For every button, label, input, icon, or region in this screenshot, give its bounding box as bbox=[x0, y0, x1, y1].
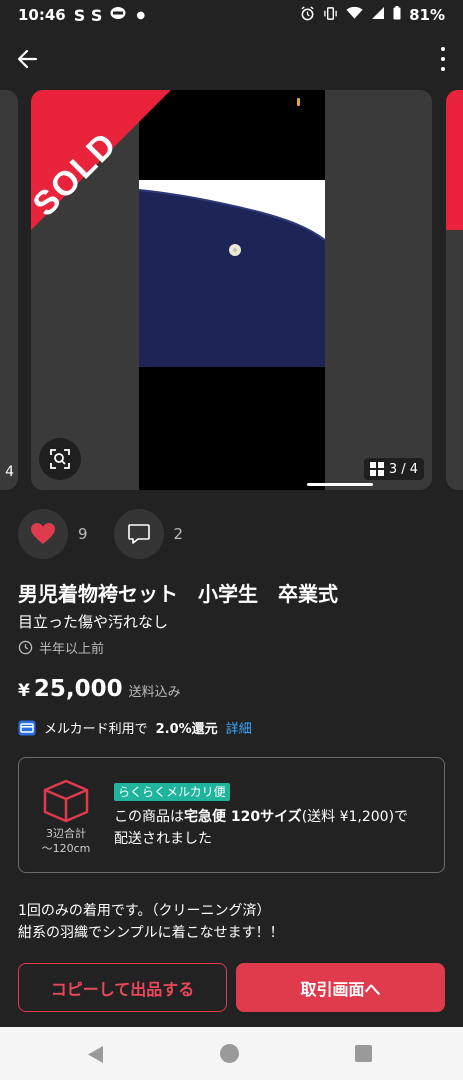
price-row: ¥ 25,000 送料込み bbox=[18, 676, 181, 702]
notification-dot-icon: ● bbox=[136, 9, 146, 21]
item-title: 男児着物袴セット 小学生 卒業式 bbox=[18, 582, 338, 606]
box-size-line2: 〜120cm bbox=[41, 842, 91, 855]
shipping-size: 宅急便 120サイズ bbox=[184, 809, 302, 825]
action-row: 9 2 bbox=[18, 509, 209, 559]
nav-home-icon[interactable] bbox=[220, 1044, 239, 1063]
shipping-line2: 配送されました bbox=[114, 831, 212, 847]
shipping-info-box: 3辺合計 〜120cm らくらくメルカリ便 この商品は宅急便 120サイズ(送料… bbox=[18, 757, 445, 873]
prev-image-counter: 4 bbox=[5, 464, 14, 480]
sold-ribbon: SOLD bbox=[31, 90, 171, 230]
mercard-detail-link[interactable]: 詳細 bbox=[226, 718, 252, 737]
mercard-row: メルカード利用で 2.0%還元 詳細 bbox=[18, 718, 252, 737]
image-counter-badge: 3 / 4 bbox=[363, 458, 424, 480]
app-bar bbox=[0, 35, 463, 83]
lens-search-icon bbox=[50, 449, 70, 469]
shipping-line1-prefix: この商品は bbox=[114, 809, 184, 825]
battery-percent: 81% bbox=[409, 6, 445, 24]
like-button[interactable] bbox=[18, 509, 68, 559]
shipping-included-note: 送料込み bbox=[128, 685, 181, 700]
lens-search-button[interactable] bbox=[39, 438, 81, 480]
listing-age-text: 半年以上前 bbox=[39, 642, 105, 657]
description-line1: 1回のみの着用です。（クリーニング済） bbox=[18, 903, 271, 919]
go-to-transaction-button[interactable]: 取引画面へ bbox=[236, 963, 445, 1012]
box-icon bbox=[43, 779, 89, 823]
image-counter-text: 3 / 4 bbox=[388, 461, 418, 477]
photo-highlight bbox=[297, 98, 300, 106]
box-size-line1: 3辺合計 bbox=[46, 827, 86, 840]
image-carousel[interactable]: 4 SOLD 3 / 4 bbox=[0, 90, 463, 490]
mercard-percent: 2.0%還元 bbox=[155, 722, 218, 737]
clock-icon bbox=[18, 640, 33, 655]
next-image-card[interactable] bbox=[446, 90, 463, 490]
status-notifications: S S bbox=[73, 5, 103, 25]
shipping-method-tag: らくらくメルカリ便 bbox=[114, 783, 230, 801]
shipping-description: この商品は宅急便 120サイズ(送料 ¥1,200)で 配送されました bbox=[114, 806, 434, 850]
wifi-icon bbox=[346, 6, 363, 24]
status-bar: 10:46 S S ● 81% bbox=[0, 0, 463, 30]
shipping-line1: この商品は宅急便 120サイズ(送料 ¥1,200)で bbox=[114, 806, 434, 828]
nav-recents-icon[interactable] bbox=[355, 1045, 372, 1062]
mercard-text: メルカード利用で bbox=[44, 722, 148, 737]
heart-icon bbox=[31, 523, 55, 544]
photo-home-indicator bbox=[307, 483, 373, 486]
price-currency: ¥ bbox=[18, 681, 30, 701]
price-value: 25,000 bbox=[33, 676, 123, 702]
copy-and-list-button[interactable]: コピーして出品する bbox=[18, 963, 227, 1012]
grid-icon bbox=[369, 462, 384, 476]
status-time: 10:46 bbox=[18, 6, 66, 24]
more-options-button[interactable] bbox=[439, 47, 447, 71]
system-nav-bar bbox=[0, 1027, 463, 1080]
nav-back-icon[interactable] bbox=[88, 1046, 104, 1063]
listing-age: 半年以上前 bbox=[18, 638, 104, 657]
vibrate-icon bbox=[323, 6, 338, 25]
notification-app-icon bbox=[110, 6, 126, 24]
shipping-fee: (送料 ¥1,200)で bbox=[301, 809, 409, 825]
next-sold-ribbon-peek bbox=[446, 90, 463, 230]
comment-button[interactable] bbox=[113, 509, 164, 559]
box-size-label: 3辺合計 〜120cm bbox=[29, 826, 103, 856]
item-condition: 目立った傷や汚れなし bbox=[18, 613, 169, 631]
signal-icon bbox=[371, 6, 385, 24]
card-icon bbox=[18, 720, 36, 735]
item-description: 1回のみの着用です。（クリーニング済） 紺系の羽織でシンプルに着こなせます！！ bbox=[18, 900, 284, 944]
comment-count: 2 bbox=[173, 525, 184, 543]
alarm-icon bbox=[300, 5, 315, 25]
back-button[interactable] bbox=[14, 45, 42, 73]
description-line2: 紺系の羽織でシンプルに着こなせます！！ bbox=[18, 925, 284, 941]
battery-icon bbox=[393, 6, 401, 24]
back-arrow-icon bbox=[17, 49, 38, 69]
prev-image-card[interactable]: 4 bbox=[0, 90, 18, 490]
like-count: 9 bbox=[78, 525, 88, 543]
main-image-card[interactable]: SOLD 3 / 4 bbox=[31, 90, 432, 490]
more-vert-icon bbox=[441, 47, 445, 51]
comment-icon bbox=[127, 524, 150, 544]
